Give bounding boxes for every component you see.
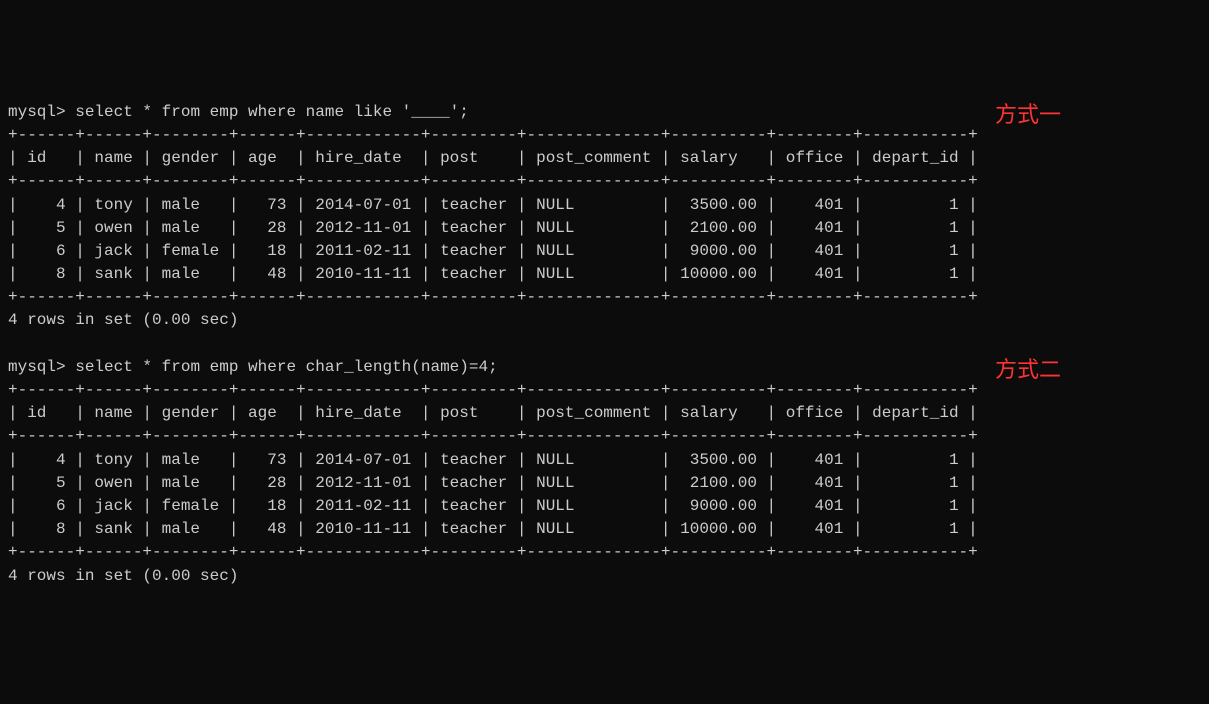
query1-sql: select * from emp where name like '____'… [75, 103, 469, 121]
table2-border-mid: +------+------+--------+------+---------… [8, 425, 1201, 448]
table1-row: | 5 | owen | male | 28 | 2012-11-01 | te… [8, 217, 1201, 240]
table2-row: | 4 | tony | male | 73 | 2014-07-01 | te… [8, 449, 1201, 472]
table2-row: | 8 | sank | male | 48 | 2010-11-11 | te… [8, 518, 1201, 541]
table1-border-mid: +------+------+--------+------+---------… [8, 170, 1201, 193]
mysql-prompt: mysql> [8, 358, 75, 376]
table1-header: | id | name | gender | age | hire_date |… [8, 147, 1201, 170]
query2-prompt-line: mysql> select * from emp where char_leng… [8, 356, 1201, 379]
annotation-method-2: 方式二 [995, 354, 1061, 386]
table2-row: | 5 | owen | male | 28 | 2012-11-01 | te… [8, 472, 1201, 495]
mysql-prompt: mysql> [8, 103, 75, 121]
table1-row: | 8 | sank | male | 48 | 2010-11-11 | te… [8, 263, 1201, 286]
table1-row: | 4 | tony | male | 73 | 2014-07-01 | te… [8, 194, 1201, 217]
query2-result-msg: 4 rows in set (0.00 sec) [8, 565, 1201, 588]
query1-prompt-line: mysql> select * from emp where name like… [8, 101, 1201, 124]
table2-row: | 6 | jack | female | 18 | 2011-02-11 | … [8, 495, 1201, 518]
annotation-method-1: 方式一 [995, 99, 1061, 131]
table2-header: | id | name | gender | age | hire_date |… [8, 402, 1201, 425]
blank-line [8, 333, 1201, 356]
table2-border-bot: +------+------+--------+------+---------… [8, 541, 1201, 564]
table1-border-bot: +------+------+--------+------+---------… [8, 286, 1201, 309]
table1-row: | 6 | jack | female | 18 | 2011-02-11 | … [8, 240, 1201, 263]
query1-result-msg: 4 rows in set (0.00 sec) [8, 309, 1201, 332]
query2-sql: select * from emp where char_length(name… [75, 358, 497, 376]
